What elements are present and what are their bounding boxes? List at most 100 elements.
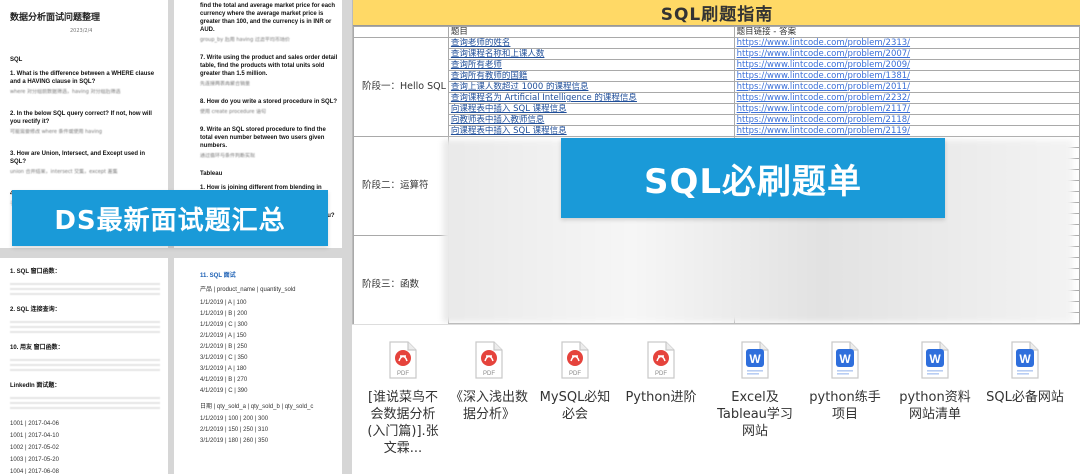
problem-topic[interactable]: 向课程表中插入 SQL 课程信息 [447, 103, 735, 115]
problem-topic[interactable]: 向课程表中插入 SQL 课程信息 [447, 125, 735, 137]
question-text: 8. How do you write a stored procedure i… [200, 99, 338, 105]
table-row: 1003 | 2017-05-20 [10, 457, 59, 463]
answer-note: 可能需要修改 where 条件或使用 having [10, 129, 103, 135]
section-heading: 1. SQL 窗口函数： [10, 269, 61, 275]
answer-note: group_by 后用 having 过滤平均市场价 [200, 37, 290, 43]
problem-link[interactable]: https://www.lintcode.com/problem/2313/ [733, 37, 1080, 49]
column-header-link: 题目链接 - 答案 [733, 26, 1080, 38]
problem-link[interactable]: https://www.lintcode.com/problem/2117/ [733, 103, 1080, 115]
answer-note: 通过循环与条件判断实现 [200, 153, 256, 159]
pdf-file[interactable]: PDF MySQL必知必会 [534, 341, 616, 423]
table-row: 向教师表中插入教师信息 https://www.lintcode.com/prob… [354, 114, 1080, 126]
svg-text:PDF: PDF [397, 371, 409, 377]
word-file[interactable]: Wpython资料网站清单 [894, 341, 976, 423]
question-text: 2. In the below SQL query correct? If no… [10, 111, 152, 125]
problem-topic[interactable]: 查询老师的姓名 [447, 37, 735, 49]
problem-link[interactable]: https://www.lintcode.com/problem/2009/ [733, 59, 1080, 71]
svg-text:W: W [839, 352, 851, 366]
problem-link[interactable]: https://www.lintcode.com/problem/2011/ [733, 81, 1080, 93]
word-doc-icon: W [1010, 341, 1040, 379]
svg-text:W: W [749, 352, 761, 366]
table-row: 1001 | 2017-04-06 [10, 421, 59, 427]
answer-note: where 对分组前数据筛选，having 对分组后筛选 [10, 89, 121, 95]
pdf-icon: PDF [474, 341, 504, 379]
file-name: python资料网站清单 [899, 390, 971, 422]
pdf-file[interactable]: PDF [谁说菜鸟不会数据分析(入门篇)].张文霖... [362, 341, 444, 457]
pdf-icon: PDF [560, 341, 590, 379]
problem-topic[interactable]: 查询所有老师 [447, 59, 735, 71]
pdf-file[interactable]: PDF 《深入浅出数据分析》 [448, 341, 530, 423]
section-heading: Tableau [200, 171, 223, 177]
file-name: python练手项目 [809, 390, 881, 422]
section-heading: SQL [10, 57, 23, 63]
word-file[interactable]: W Excel及Tableau学习网站 [714, 341, 796, 440]
table-row: 1/1/2019 | C | 300 [200, 322, 248, 328]
table-row: 4/1/2019 | C | 390 [200, 388, 248, 394]
section-heading: LinkedIn 面试题： [10, 383, 61, 389]
table-row: 向课程表中插入 SQL 课程信息 https://www.lintcode.com… [354, 103, 1080, 115]
table-row: 1/1/2019 | 100 | 200 | 300 [200, 416, 269, 422]
placeholder-line [10, 280, 160, 296]
pdf-icon: PDF [388, 341, 418, 379]
table-row: 3/1/2019 | A | 180 [200, 366, 247, 372]
table-row: 4/1/2019 | B | 270 [200, 377, 248, 383]
question-text: find the total and average market price … [200, 3, 336, 33]
question-text: 3. How are Union, Intersect, and Except … [10, 151, 146, 165]
answer-note: 使用 create procedure 语句 [200, 109, 267, 115]
table-row: 查询课程名称和上课人数 https://www.lintcode.com/prob… [354, 48, 1080, 60]
table-row: 2/1/2019 | B | 250 [200, 344, 248, 350]
svg-text:PDF: PDF [483, 371, 495, 377]
problem-link[interactable]: https://www.lintcode.com/problem/2118/ [733, 114, 1080, 126]
svg-text:W: W [1019, 352, 1031, 366]
problem-topic[interactable]: 查询所有教师的国籍 [447, 70, 735, 82]
table-row: 1002 | 2017-05-02 [10, 445, 59, 451]
file-name: 《深入浅出数据分析》 [449, 390, 528, 422]
header-row: 题目 题目链接 - 答案 [353, 26, 1080, 38]
pdf-file[interactable]: PDF Python进阶 [620, 341, 702, 406]
table-row: 2/1/2019 | 150 | 250 | 310 [200, 427, 269, 433]
collage: 数据分析面试问题整理 2023/2/4 SQL 1. What is the d… [0, 0, 1080, 474]
problem-link[interactable]: https://www.lintcode.com/problem/2007/ [733, 48, 1080, 60]
word-doc-icon: W [740, 341, 770, 379]
file-name: MySQL必知必会 [539, 390, 611, 422]
problem-topic[interactable]: 查询上课人数超过 1000 的课程信息 [447, 81, 735, 93]
section-heading: 10. 用友 窗口函数： [10, 345, 64, 351]
word-file[interactable]: W SQL必备网站 [984, 341, 1066, 406]
answer-note: union 合并结果，intersect 交集，except 差集 [10, 169, 118, 175]
table-row: 1/1/2019 | B | 200 [200, 311, 248, 317]
svg-text:PDF: PDF [655, 371, 667, 377]
corner-cell [353, 26, 449, 38]
file-name: Excel及Tableau学习网站 [717, 390, 793, 439]
problem-link[interactable]: https://www.lintcode.com/problem/2119/ [733, 125, 1080, 137]
stage-label-2: 阶段二：运算符 [353, 136, 449, 236]
word-file[interactable]: Wpython练手项目 [804, 341, 886, 423]
table-row: 1004 | 2017-06-08 [10, 469, 59, 474]
column-header-topic: 题目 [447, 26, 735, 38]
placeholder-line [10, 318, 160, 334]
table-row: 阶段一：Hello SQL 查询老师的姓名 https://www.lintcode… [353, 37, 1080, 137]
problem-topic[interactable]: 查询课程名称和上课人数 [447, 48, 735, 60]
table-row: 查询所有教师的国籍 https://www.lintcode.com/proble… [354, 70, 1080, 82]
question-text: 7. Write using the product and sales ord… [200, 55, 338, 77]
problem-topic[interactable]: 向教师表中插入教师信息 [447, 114, 735, 126]
table-header: 产品 | product_name | quantity_sold [200, 287, 296, 293]
problem-link[interactable]: https://www.lintcode.com/problem/1381/ [733, 70, 1080, 82]
section-heading: 2. SQL 连接查询： [10, 307, 61, 313]
document-page-4: 11. SQL 面试 产品 | product_name | quantity_s… [174, 258, 342, 474]
table-row: 查询课程名为 Artificial Intelligence 的课程信息 http… [354, 92, 1080, 104]
pdf-icon: PDF [646, 341, 676, 379]
placeholder-line [10, 356, 160, 372]
file-name: Python进阶 [625, 390, 697, 405]
problem-link[interactable]: https://www.lintcode.com/problem/2232/ [733, 92, 1080, 104]
table-row: 查询所有老师 https://www.lintcode.com/problem/2… [354, 59, 1080, 71]
file-list: PDF [谁说菜鸟不会数据分析(入门篇)].张文霖... PDF 《深入浅出数据分析》… [352, 324, 1080, 474]
table-row: 1001 | 2017-04-10 [10, 433, 59, 439]
placeholder-line [10, 394, 160, 410]
table-row: 3/1/2019 | 180 | 260 | 350 [200, 438, 269, 444]
interview-banner: DS最新面试题汇总 [12, 190, 328, 246]
problem-topic[interactable]: 查询课程名为 Artificial Intelligence 的课程信息 [447, 92, 735, 104]
file-name: [谁说菜鸟不会数据分析(入门篇)].张文霖... [367, 390, 439, 456]
table-row: 向课程表中插入 SQL 课程信息 https://www.lintcode.com… [354, 125, 1080, 137]
doc-title: 数据分析面试问题整理 [10, 12, 101, 22]
question-text: 1. What is the difference between a WHER… [10, 71, 155, 85]
